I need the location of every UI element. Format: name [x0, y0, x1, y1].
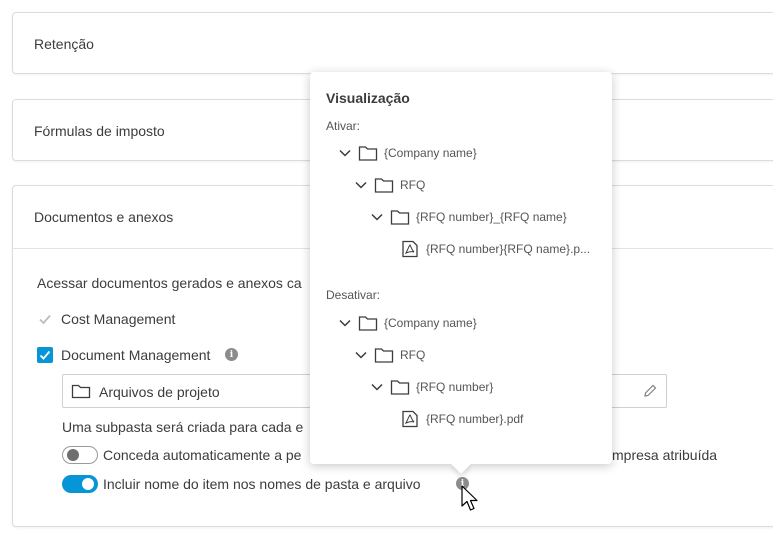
auto-grant-toggle[interactable] — [62, 446, 98, 464]
tree-row: {RFQ number}_{RFQ name} — [370, 207, 567, 227]
folder-icon — [358, 316, 378, 331]
toggle-knob — [82, 478, 94, 490]
tree-label: {RFQ number}.pdf — [426, 412, 524, 426]
preview-popover: Visualização Ativar: {Company name} RFQ … — [310, 72, 612, 474]
popover-title: Visualização — [326, 90, 410, 106]
folder-icon — [390, 210, 410, 225]
tree-label: RFQ — [400, 178, 426, 192]
tree-row: {RFQ number}.pdf — [400, 409, 523, 429]
tree-row: RFQ — [354, 175, 425, 195]
folder-icon — [358, 146, 378, 161]
tree-row: {Company name} — [338, 143, 477, 163]
documentos-title[interactable]: Documentos e anexos — [34, 209, 173, 225]
enabled-label: Ativar: — [326, 119, 361, 133]
include-item-name-label: Incluir nome do item nos nomes de pasta … — [103, 476, 421, 492]
tree-label: {Company name} — [384, 316, 477, 330]
folder-icon — [374, 178, 394, 193]
auto-grant-label: Conceda automaticamente a pe — [103, 447, 302, 463]
chevron-down-icon — [371, 213, 383, 221]
chevron-down-icon — [371, 383, 383, 391]
tree-label: RFQ — [400, 348, 426, 362]
disabled-label: Desativar: — [326, 288, 381, 302]
formulas-title[interactable]: Fórmulas de imposto — [34, 123, 165, 139]
tree-label: {RFQ number} — [416, 380, 494, 394]
tree-label: {RFQ number}{RFQ name}.p... — [426, 242, 591, 256]
folder-icon — [390, 380, 410, 395]
chevron-down-icon — [339, 149, 351, 157]
tree-row: RFQ — [354, 345, 425, 365]
cost-management-checkbox — [37, 311, 53, 327]
tree-row: {RFQ number}{RFQ name}.p... — [400, 239, 590, 259]
folder-icon — [71, 384, 91, 399]
tree-row: {Company name} — [338, 313, 477, 333]
docs-description: Acessar documentos gerados e anexos ca — [37, 275, 302, 291]
tree-label: {RFQ number}_{RFQ name} — [416, 210, 567, 224]
retencao-title[interactable]: Retenção — [34, 36, 94, 52]
retencao-card[interactable]: Retenção — [12, 12, 773, 74]
chevron-down-icon — [339, 319, 351, 327]
include-item-name-toggle[interactable] — [62, 475, 98, 493]
tree-label: {Company name} — [384, 146, 477, 160]
auto-grant-label-end: mpresa atribuída — [612, 447, 718, 463]
tree-row: {RFQ number} — [370, 377, 493, 397]
chevron-down-icon — [355, 351, 367, 359]
cost-management-label: Cost Management — [61, 311, 176, 327]
mouse-cursor-icon — [461, 485, 478, 511]
info-icon[interactable]: i — [225, 348, 238, 361]
pdf-file-icon — [402, 240, 418, 258]
subfolder-note: Uma subpasta será criada para cada e — [62, 419, 304, 435]
pencil-icon[interactable] — [642, 383, 658, 399]
folder-path-value: Arquivos de projeto — [99, 384, 220, 400]
chevron-down-icon — [355, 181, 367, 189]
checkmark-icon — [39, 314, 51, 325]
document-management-checkbox[interactable] — [37, 347, 53, 363]
toggle-knob — [67, 449, 79, 461]
document-management-label: Document Management — [61, 347, 211, 363]
folder-icon — [374, 348, 394, 363]
checkmark-icon — [39, 350, 51, 360]
pdf-file-icon — [402, 410, 418, 428]
